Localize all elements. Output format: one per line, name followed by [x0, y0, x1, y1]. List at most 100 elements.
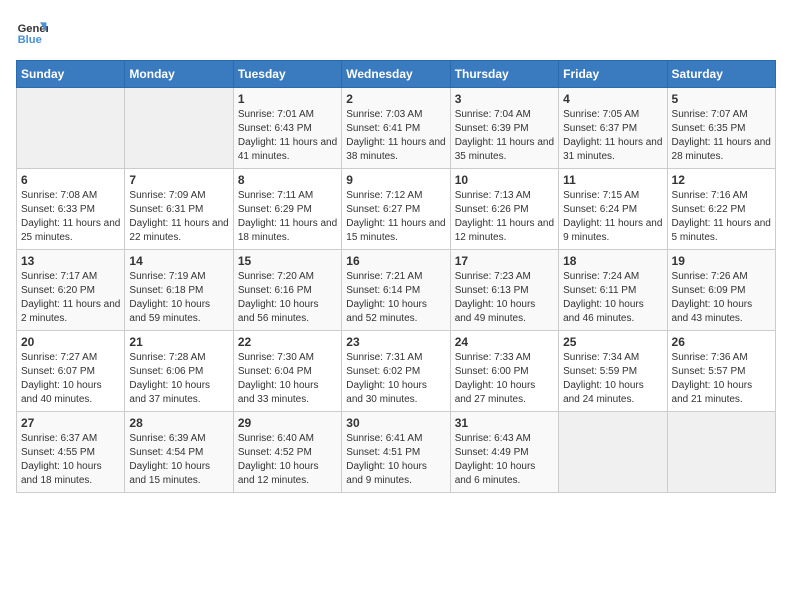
calendar-cell: 7 Sunrise: 7:09 AM Sunset: 6:31 PM Daylig… — [125, 169, 233, 250]
day-detail: Sunrise: 7:07 AM Sunset: 6:35 PM Dayligh… — [672, 108, 771, 164]
calendar-week: 1Sunrise: 7:01 AM Sunset: 6:43 PM Daylig… — [17, 88, 776, 169]
svg-text:Blue: Blue — [18, 34, 42, 46]
weekday-header: Saturday — [667, 61, 775, 88]
calendar-cell: 4 Sunrise: 7:05 AM Sunset: 6:37 PM Daylig… — [559, 88, 667, 169]
day-number: 2 — [346, 92, 445, 106]
calendar-cell: 22 Sunrise: 7:30 AM Sunset: 6:04 PM Dayli… — [233, 331, 341, 412]
logo: General Blue — [16, 16, 52, 48]
calendar-week: 27Sunrise: 6:37 AM Sunset: 4:55 PM Dayli… — [17, 412, 776, 493]
calendar-table: SundayMondayTuesdayWednesdayThursdayFrid… — [16, 60, 776, 493]
calendar-week: 20Sunrise: 7:27 AM Sunset: 6:07 PM Dayli… — [17, 331, 776, 412]
day-number: 14 — [129, 254, 228, 268]
day-detail: Sunrise: 7:17 AM Sunset: 6:20 PM Dayligh… — [21, 270, 120, 326]
day-number: 25 — [563, 335, 662, 349]
day-number: 31 — [455, 416, 554, 430]
day-number: 13 — [21, 254, 120, 268]
calendar-cell — [17, 88, 125, 169]
day-number: 21 — [129, 335, 228, 349]
day-detail: Sunrise: 7:33 AM Sunset: 6:00 PM Dayligh… — [455, 351, 554, 407]
calendar-cell: 28 Sunrise: 6:39 AM Sunset: 4:54 PM Dayli… — [125, 412, 233, 493]
day-detail: Sunrise: 7:34 AM Sunset: 5:59 PM Dayligh… — [563, 351, 662, 407]
day-detail: Sunrise: 7:08 AM Sunset: 6:33 PM Dayligh… — [21, 189, 120, 245]
day-detail: Sunrise: 7:31 AM Sunset: 6:02 PM Dayligh… — [346, 351, 445, 407]
day-detail: Sunrise: 7:09 AM Sunset: 6:31 PM Dayligh… — [129, 189, 228, 245]
calendar-cell: 31 Sunrise: 6:43 AM Sunset: 4:49 PM Dayli… — [450, 412, 558, 493]
calendar-cell — [125, 88, 233, 169]
weekday-header: Sunday — [17, 61, 125, 88]
day-number: 9 — [346, 173, 445, 187]
calendar-cell: 11 Sunrise: 7:15 AM Sunset: 6:24 PM Dayli… — [559, 169, 667, 250]
weekday-header: Tuesday — [233, 61, 341, 88]
calendar-cell — [559, 412, 667, 493]
day-number: 19 — [672, 254, 771, 268]
calendar-cell: 15Sunrise: 7:20 AM Sunset: 6:16 PM Dayli… — [233, 250, 341, 331]
calendar-cell: 20Sunrise: 7:27 AM Sunset: 6:07 PM Dayli… — [17, 331, 125, 412]
day-detail: Sunrise: 7:15 AM Sunset: 6:24 PM Dayligh… — [563, 189, 662, 245]
day-detail: Sunrise: 6:43 AM Sunset: 4:49 PM Dayligh… — [455, 432, 554, 488]
day-number: 26 — [672, 335, 771, 349]
day-number: 15 — [238, 254, 337, 268]
day-detail: Sunrise: 6:39 AM Sunset: 4:54 PM Dayligh… — [129, 432, 228, 488]
calendar-cell: 13 Sunrise: 7:17 AM Sunset: 6:20 PM Dayli… — [17, 250, 125, 331]
day-detail: Sunrise: 6:41 AM Sunset: 4:51 PM Dayligh… — [346, 432, 445, 488]
day-detail: Sunrise: 7:27 AM Sunset: 6:07 PM Dayligh… — [21, 351, 120, 407]
calendar-week: 13 Sunrise: 7:17 AM Sunset: 6:20 PM Dayli… — [17, 250, 776, 331]
calendar-cell: 6 Sunrise: 7:08 AM Sunset: 6:33 PM Daylig… — [17, 169, 125, 250]
calendar-cell: 25 Sunrise: 7:34 AM Sunset: 5:59 PM Dayli… — [559, 331, 667, 412]
calendar-cell: 2Sunrise: 7:03 AM Sunset: 6:41 PM Daylig… — [342, 88, 450, 169]
day-number: 11 — [563, 173, 662, 187]
day-number: 12 — [672, 173, 771, 187]
calendar-cell: 19Sunrise: 7:26 AM Sunset: 6:09 PM Dayli… — [667, 250, 775, 331]
calendar-cell: 18Sunrise: 7:24 AM Sunset: 6:11 PM Dayli… — [559, 250, 667, 331]
day-number: 3 — [455, 92, 554, 106]
calendar-cell: 14 Sunrise: 7:19 AM Sunset: 6:18 PM Dayli… — [125, 250, 233, 331]
day-number: 23 — [346, 335, 445, 349]
day-number: 17 — [455, 254, 554, 268]
calendar-cell: 21 Sunrise: 7:28 AM Sunset: 6:06 PM Dayli… — [125, 331, 233, 412]
day-number: 7 — [129, 173, 228, 187]
calendar-cell: 27Sunrise: 6:37 AM Sunset: 4:55 PM Dayli… — [17, 412, 125, 493]
day-number: 27 — [21, 416, 120, 430]
day-number: 6 — [21, 173, 120, 187]
calendar-cell: 3Sunrise: 7:04 AM Sunset: 6:39 PM Daylig… — [450, 88, 558, 169]
weekday-header: Thursday — [450, 61, 558, 88]
weekday-header: Monday — [125, 61, 233, 88]
day-detail: Sunrise: 7:05 AM Sunset: 6:37 PM Dayligh… — [563, 108, 662, 164]
day-detail: Sunrise: 7:23 AM Sunset: 6:13 PM Dayligh… — [455, 270, 554, 326]
day-number: 30 — [346, 416, 445, 430]
weekday-header: Friday — [559, 61, 667, 88]
page-header: General Blue — [16, 16, 776, 48]
day-detail: Sunrise: 7:24 AM Sunset: 6:11 PM Dayligh… — [563, 270, 662, 326]
calendar-cell: 16 Sunrise: 7:21 AM Sunset: 6:14 PM Dayli… — [342, 250, 450, 331]
calendar-cell: 26Sunrise: 7:36 AM Sunset: 5:57 PM Dayli… — [667, 331, 775, 412]
day-number: 24 — [455, 335, 554, 349]
calendar-body: 1Sunrise: 7:01 AM Sunset: 6:43 PM Daylig… — [17, 88, 776, 493]
day-detail: Sunrise: 7:11 AM Sunset: 6:29 PM Dayligh… — [238, 189, 337, 245]
calendar-cell: 10 Sunrise: 7:13 AM Sunset: 6:26 PM Dayli… — [450, 169, 558, 250]
calendar-cell: 29Sunrise: 6:40 AM Sunset: 4:52 PM Dayli… — [233, 412, 341, 493]
day-detail: Sunrise: 7:30 AM Sunset: 6:04 PM Dayligh… — [238, 351, 337, 407]
calendar-cell: 24 Sunrise: 7:33 AM Sunset: 6:00 PM Dayli… — [450, 331, 558, 412]
day-detail: Sunrise: 7:19 AM Sunset: 6:18 PM Dayligh… — [129, 270, 228, 326]
calendar-cell: 8 Sunrise: 7:11 AM Sunset: 6:29 PM Daylig… — [233, 169, 341, 250]
day-number: 22 — [238, 335, 337, 349]
weekday-header: Wednesday — [342, 61, 450, 88]
day-detail: Sunrise: 7:13 AM Sunset: 6:26 PM Dayligh… — [455, 189, 554, 245]
day-number: 16 — [346, 254, 445, 268]
calendar-cell: 12Sunrise: 7:16 AM Sunset: 6:22 PM Dayli… — [667, 169, 775, 250]
day-number: 29 — [238, 416, 337, 430]
calendar-cell: 30 Sunrise: 6:41 AM Sunset: 4:51 PM Dayli… — [342, 412, 450, 493]
day-number: 10 — [455, 173, 554, 187]
day-number: 8 — [238, 173, 337, 187]
calendar-cell: 1Sunrise: 7:01 AM Sunset: 6:43 PM Daylig… — [233, 88, 341, 169]
day-number: 5 — [672, 92, 771, 106]
calendar-cell — [667, 412, 775, 493]
day-number: 1 — [238, 92, 337, 106]
day-number: 4 — [563, 92, 662, 106]
day-detail: Sunrise: 7:28 AM Sunset: 6:06 PM Dayligh… — [129, 351, 228, 407]
day-number: 28 — [129, 416, 228, 430]
day-detail: Sunrise: 7:21 AM Sunset: 6:14 PM Dayligh… — [346, 270, 445, 326]
calendar-cell: 9Sunrise: 7:12 AM Sunset: 6:27 PM Daylig… — [342, 169, 450, 250]
calendar-cell: 23 Sunrise: 7:31 AM Sunset: 6:02 PM Dayli… — [342, 331, 450, 412]
calendar-cell: 5 Sunrise: 7:07 AM Sunset: 6:35 PM Daylig… — [667, 88, 775, 169]
